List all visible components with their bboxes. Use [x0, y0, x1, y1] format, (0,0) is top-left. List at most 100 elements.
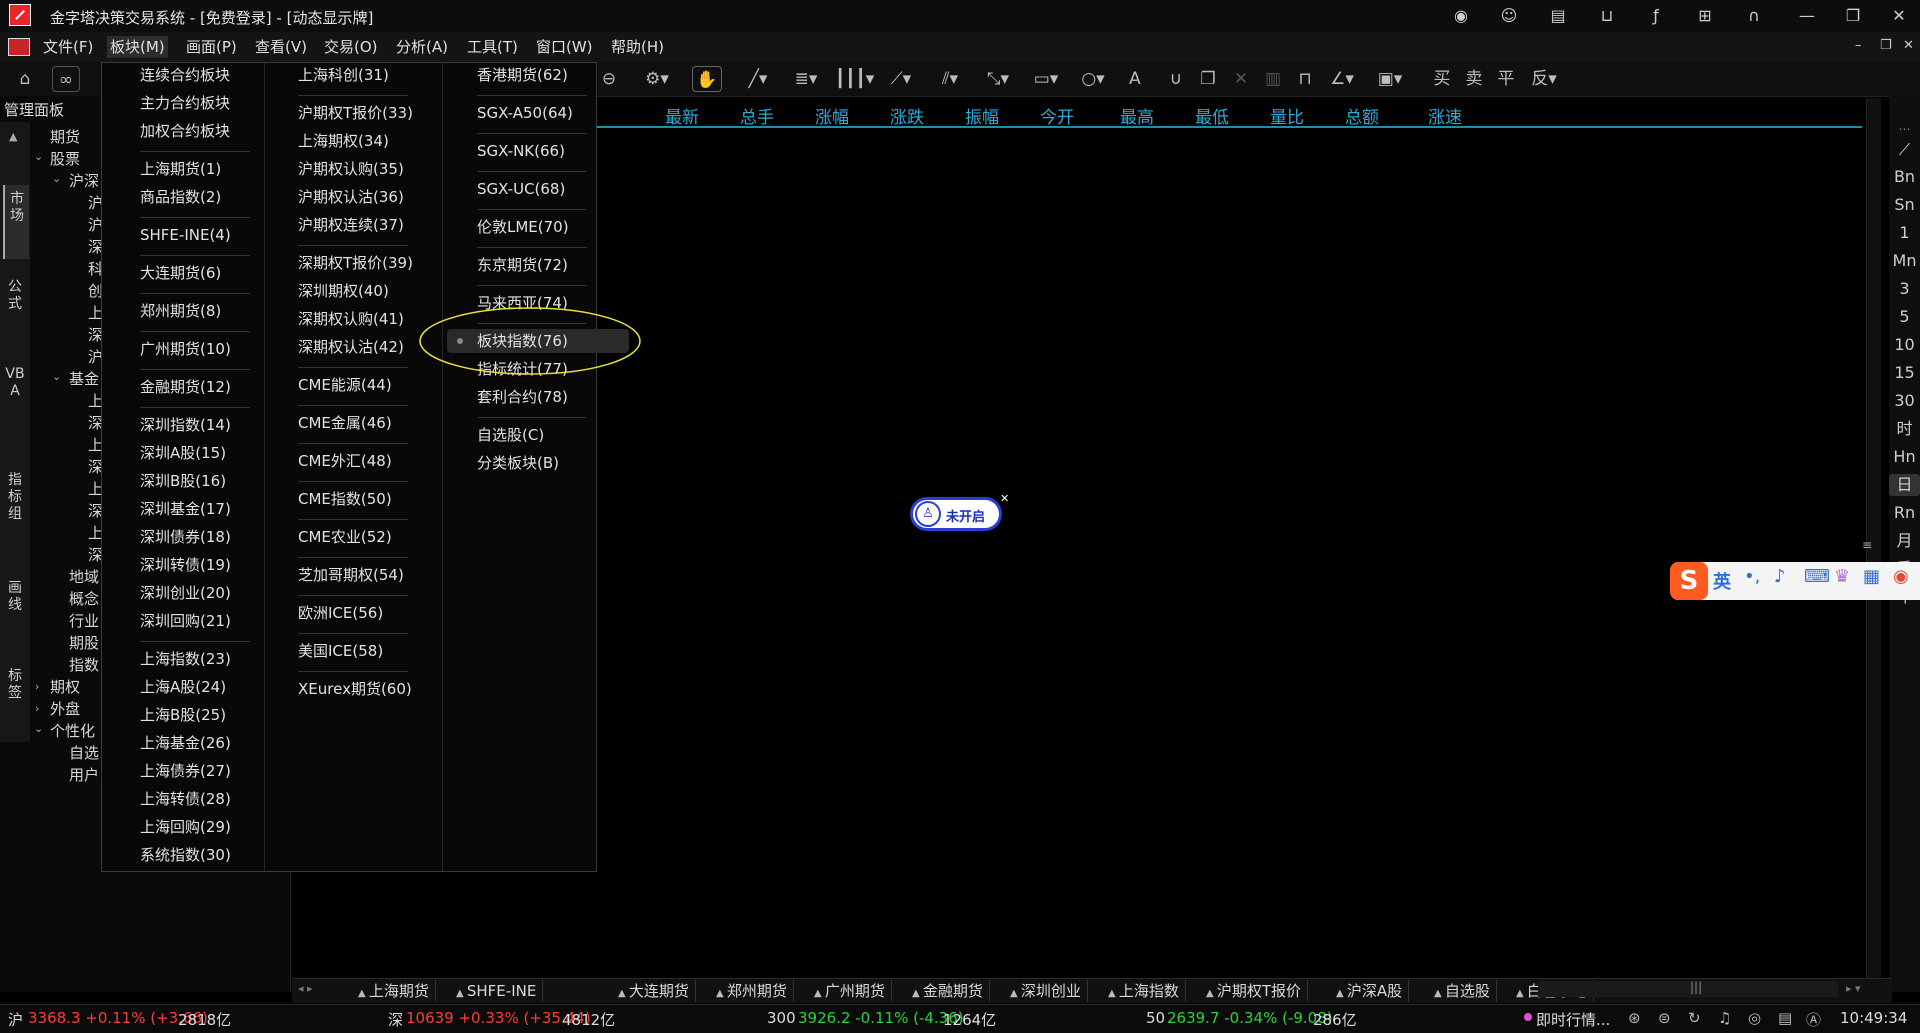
- lock-icon[interactable]: ⊓: [1292, 66, 1318, 92]
- dropdown-item[interactable]: 套利合约(78): [477, 385, 568, 409]
- period-button[interactable]: Hn: [1889, 446, 1920, 468]
- rectangle-tool-icon[interactable]: ▭▾: [1028, 66, 1064, 92]
- menu-sector[interactable]: 板块(M): [107, 36, 168, 58]
- tree-futures-stock[interactable]: 期股: [69, 632, 99, 653]
- buy-button[interactable]: 买: [1430, 66, 1454, 92]
- user-icon[interactable]: ☺: [1498, 5, 1520, 27]
- scroll-up-icon[interactable]: ▲: [9, 130, 17, 143]
- menu-view[interactable]: 查看(V): [252, 36, 310, 58]
- col-high[interactable]: 最高: [1120, 103, 1154, 128]
- col-change-pct[interactable]: 涨幅: [815, 103, 849, 128]
- dropdown-item[interactable]: 深期权认购(41): [298, 307, 404, 331]
- period-button[interactable]: 30: [1889, 390, 1920, 412]
- close-icon[interactable]: ✕: [1888, 5, 1910, 27]
- restore-icon[interactable]: ❐: [1842, 5, 1864, 27]
- script-icon[interactable]: Ⓐ: [1806, 1009, 1821, 1030]
- vertical-lines-icon[interactable]: ┃┃┃▾: [835, 66, 874, 92]
- sector-tab[interactable]: ▲ SHFE-INE: [450, 980, 544, 1002]
- rss-icon[interactable]: ◉: [1450, 5, 1472, 27]
- period-button[interactable]: 10: [1889, 334, 1920, 356]
- menu-analysis[interactable]: 分析(A): [393, 36, 451, 58]
- dropdown-item[interactable]: 上海债券(27): [140, 759, 231, 783]
- dropdown-item[interactable]: SHFE-INE(4): [140, 223, 231, 247]
- chevron-right-icon[interactable]: ›: [35, 680, 39, 693]
- delete-x-icon[interactable]: ✕: [1228, 66, 1254, 92]
- dropdown-item[interactable]: 美国ICE(58): [298, 639, 383, 663]
- dropdown-item[interactable]: 分类板块(B): [477, 451, 559, 475]
- sector-tab[interactable]: ▲ 沪期权T报价: [1200, 980, 1309, 1002]
- period-button[interactable]: 日: [1889, 474, 1920, 496]
- dropdown-item[interactable]: CME农业(52): [298, 525, 392, 549]
- channel-tool-icon[interactable]: ⫽▾: [932, 66, 968, 92]
- dropdown-item[interactable]: 广州期货(10): [140, 337, 231, 361]
- fib-tool-icon[interactable]: ⤡▾: [980, 66, 1016, 92]
- splitter-handle[interactable]: ≡: [1862, 538, 1872, 552]
- period-button[interactable]: Bn: [1889, 166, 1920, 188]
- sector-tab[interactable]: ▲ 自选股: [1428, 980, 1497, 1002]
- skin-icon[interactable]: ♛: [1834, 566, 1850, 587]
- dropdown-item[interactable]: 沪期权认沽(36): [298, 185, 404, 209]
- sector-tab[interactable]: ▲ 郑州期货: [710, 980, 794, 1002]
- col-amount[interactable]: 总额: [1345, 103, 1379, 128]
- tree-concept[interactable]: 概念: [69, 588, 99, 609]
- dropdown-item[interactable]: 深圳A股(15): [140, 441, 226, 465]
- vtab-tags[interactable]: 标签: [3, 664, 27, 718]
- dropdown-item[interactable]: 主力合约板块: [140, 91, 230, 115]
- col-volume-ratio[interactable]: 量比: [1270, 103, 1304, 128]
- network-icon[interactable]: ⊛: [1628, 1009, 1641, 1027]
- dropdown-item[interactable]: 深圳债券(18): [140, 525, 231, 549]
- menu-screen[interactable]: 画面(P): [183, 36, 240, 58]
- vtab-indicator-group[interactable]: 指标组: [3, 468, 27, 538]
- period-button[interactable]: Sn: [1889, 194, 1920, 216]
- dropdown-item[interactable]: 深期权认沽(42): [298, 335, 404, 359]
- dropdown-item[interactable]: 上海转债(28): [140, 787, 231, 811]
- minimize-icon[interactable]: —: [1796, 5, 1818, 27]
- sogou-logo-icon[interactable]: S: [1670, 562, 1708, 600]
- chevron-down-icon[interactable]: ⌄: [34, 150, 43, 163]
- reverse-button[interactable]: 反▾: [1526, 66, 1562, 92]
- dropdown-item[interactable]: 芝加哥期权(54): [298, 563, 404, 587]
- dropdown-item[interactable]: 连续合约板块: [140, 63, 230, 87]
- signal-icon[interactable]: ◎: [1748, 1009, 1761, 1027]
- vtab-drawing[interactable]: 画线: [3, 576, 27, 630]
- keyboard-icon[interactable]: ⌨: [1804, 566, 1830, 587]
- sector-tab[interactable]: ▲ 上海期货: [352, 980, 436, 1002]
- dropdown-item[interactable]: 上海指数(23): [140, 647, 231, 671]
- col-low[interactable]: 最低: [1195, 103, 1229, 128]
- tree-index[interactable]: 指数: [69, 654, 99, 675]
- dropdown-item[interactable]: CME指数(50): [298, 487, 392, 511]
- tree-selfpick[interactable]: 自选: [69, 742, 99, 763]
- mdi-close-icon[interactable]: ✕: [1903, 38, 1914, 53]
- tree-foreign[interactable]: 外盘: [50, 698, 80, 719]
- fan-tool-icon[interactable]: ⟋▾: [883, 66, 919, 92]
- period-button[interactable]: 5: [1889, 306, 1920, 328]
- dropdown-item[interactable]: 上海期权(34): [298, 129, 389, 153]
- link-icon[interactable]: ∞: [52, 66, 80, 92]
- menu-trade[interactable]: 交易(O): [321, 36, 381, 58]
- tree-industry[interactable]: 行业: [69, 610, 99, 631]
- dropdown-item[interactable]: 东京期货(72): [477, 253, 568, 277]
- parallel-tool-icon[interactable]: ≣▾: [788, 66, 824, 92]
- col-amplitude[interactable]: 振幅: [965, 103, 999, 128]
- tree-hushen[interactable]: 沪深: [69, 170, 99, 191]
- period-button[interactable]: Mn: [1889, 250, 1920, 272]
- mdi-app-icon[interactable]: [8, 38, 30, 56]
- scroll-thumb-grip[interactable]: |||: [1690, 980, 1702, 994]
- zoom-out-icon[interactable]: ⊖: [596, 66, 622, 92]
- ime-language-toggle[interactable]: 英: [1713, 568, 1731, 594]
- copy-icon[interactable]: ❐: [1195, 66, 1221, 92]
- dropdown-item[interactable]: 上海A股(24): [140, 675, 226, 699]
- line-tool-icon[interactable]: ╱▾: [740, 66, 776, 92]
- text-tool-icon[interactable]: A: [1122, 66, 1148, 92]
- vtab-market[interactable]: 市场: [3, 185, 29, 259]
- headset-icon[interactable]: ∩: [1743, 5, 1765, 27]
- sell-button[interactable]: 卖: [1462, 66, 1486, 92]
- vtab-formula[interactable]: 公式: [3, 275, 27, 339]
- dropdown-item[interactable]: CME金属(46): [298, 411, 392, 435]
- dropdown-item[interactable]: 深圳指数(14): [140, 413, 231, 437]
- chevron-right-icon[interactable]: ›: [35, 702, 39, 715]
- menu-help[interactable]: 帮助(H): [608, 36, 667, 58]
- tree-personal[interactable]: 个性化: [50, 720, 95, 741]
- dropdown-item[interactable]: SGX-NK(66): [477, 139, 565, 163]
- sector-tab[interactable]: ▲ 沪深A股: [1330, 980, 1410, 1002]
